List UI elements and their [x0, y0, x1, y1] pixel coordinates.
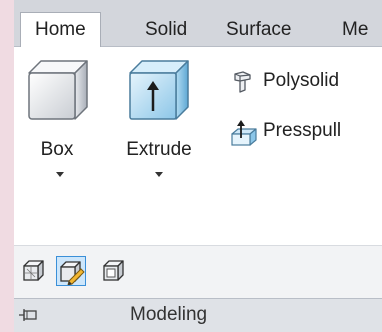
edit-solid-button[interactable] [56, 256, 86, 286]
box-label: Box [40, 139, 74, 160]
pin-icon[interactable] [18, 307, 40, 323]
extrude-button[interactable]: Extrude [114, 57, 204, 192]
ribbon: Home Solid Surface Me Box Extrude Polyso… [14, 0, 382, 332]
tab-mesh[interactable]: Me [342, 14, 368, 46]
smooth-object-button[interactable] [18, 256, 48, 286]
modeling-icon-row [14, 245, 382, 298]
presspull-label: Presspull [263, 120, 342, 141]
presspull-icon [231, 120, 257, 146]
edit-solid-icon [60, 261, 85, 286]
polysolid-label: Polysolid [263, 70, 340, 91]
panel-title: Modeling [130, 304, 208, 325]
extrude-icon [129, 60, 189, 120]
tab-home[interactable]: Home [20, 12, 101, 47]
modeling-panel: Box Extrude Polysolid Presspull [14, 47, 382, 245]
box-icon [28, 60, 88, 120]
presspull-button[interactable]: Presspull [230, 117, 380, 146]
panel-title-bar[interactable]: Modeling [14, 298, 382, 332]
tab-surface[interactable]: Surface [226, 14, 291, 46]
box-dropdown-caret[interactable] [56, 172, 64, 177]
solid-box-button[interactable] [98, 256, 128, 286]
ribbon-tab-bar: Home Solid Surface Me [14, 0, 382, 47]
tab-solid[interactable]: Solid [145, 14, 187, 46]
box-button[interactable]: Box [20, 57, 94, 192]
extrude-dropdown-caret[interactable] [155, 172, 163, 177]
smooth-object-icon [23, 260, 44, 281]
polysolid-button[interactable]: Polysolid [230, 67, 380, 95]
polysolid-icon [234, 71, 251, 93]
extrude-label: Extrude [126, 139, 192, 160]
solid-box-icon [103, 260, 124, 281]
